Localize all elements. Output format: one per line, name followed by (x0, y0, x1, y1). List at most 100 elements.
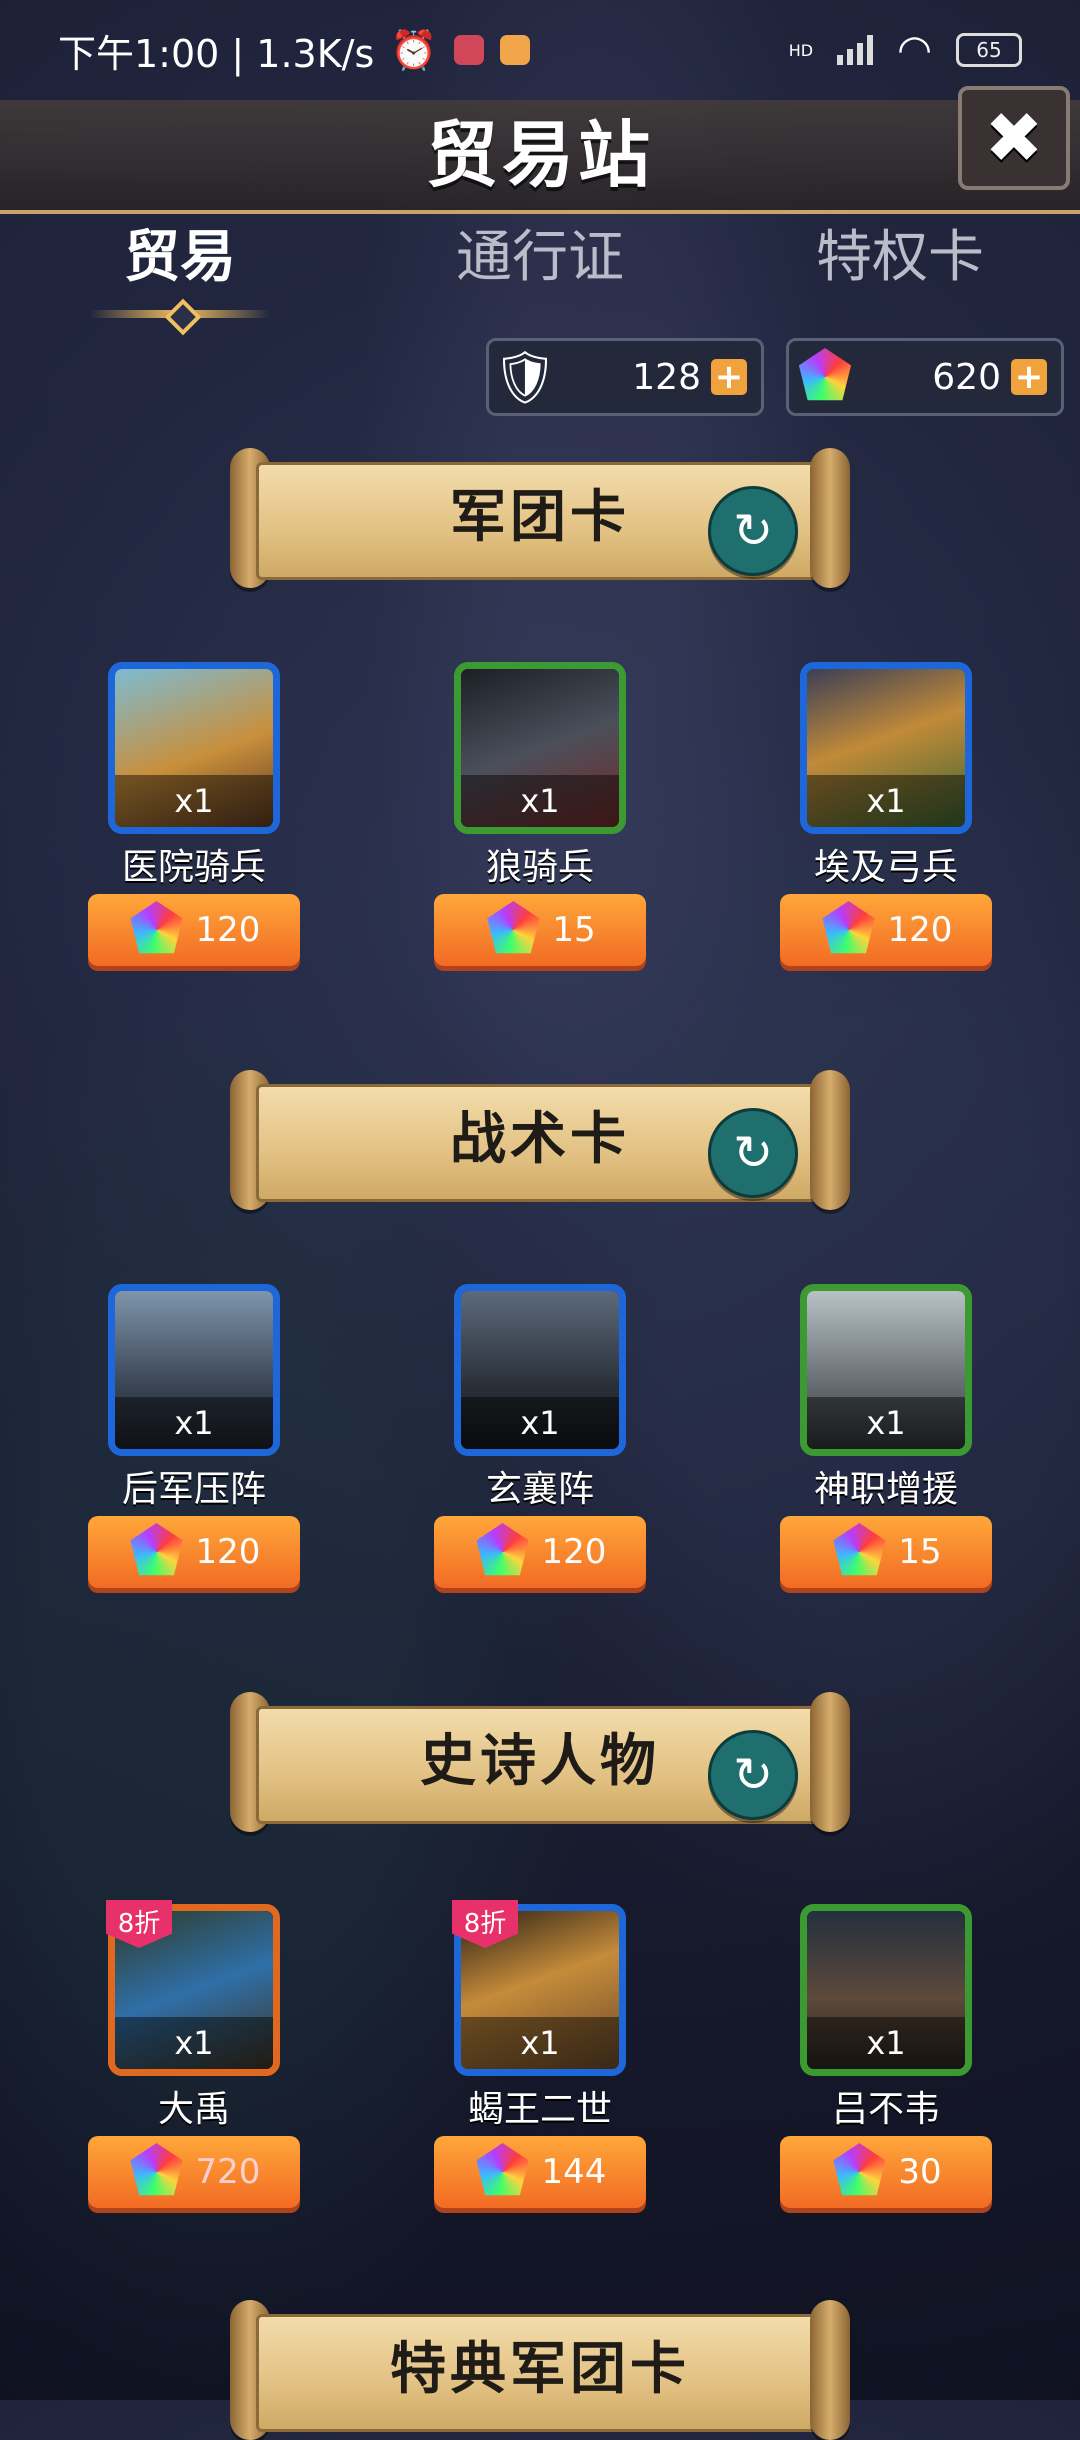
item-count: x1 (461, 2017, 619, 2069)
tab-pass[interactable]: 通行证 (360, 208, 720, 318)
refresh-icon: ↻ (732, 1125, 774, 1181)
buy-button[interactable]: 120 (88, 894, 300, 966)
close-button[interactable]: ✖ (958, 86, 1070, 190)
item-count: x1 (115, 2017, 273, 2069)
status-bar: 下午1:00 | 1.3K/s ⏰ HD ◠ 65 (0, 0, 1080, 100)
shop-card[interactable]: x1 8折 大禹 720 (88, 1900, 300, 2234)
currency-value: 128 (632, 356, 701, 398)
refresh-icon: ↻ (732, 1747, 774, 1803)
card-frame: x1 (800, 662, 972, 834)
price-value: 15 (552, 910, 596, 950)
card-frame: x1 (800, 1904, 972, 2076)
item-count: x1 (115, 1397, 273, 1449)
item-name: 埃及弓兵 (813, 847, 958, 888)
buy-button[interactable]: 15 (434, 894, 646, 966)
gem-icon (476, 2143, 529, 2196)
item-count: x1 (115, 775, 273, 827)
app-notification-icon (499, 35, 530, 65)
buy-button[interactable]: 120 (434, 1516, 646, 1588)
tab-label: 贸易 (124, 225, 236, 290)
card-frame: x1 (108, 662, 280, 834)
gem-icon (130, 901, 183, 954)
gem-icon (833, 1523, 886, 1576)
shop-card[interactable]: x1 玄襄阵 120 (434, 1284, 646, 1614)
currency-value: 620 (932, 356, 1001, 398)
currency-gem: 620 + (786, 338, 1064, 416)
emblem-icon: 🛡 (491, 347, 558, 408)
battery-level: 65 (976, 38, 1002, 62)
currency-emblem: 🛡 128 + (486, 338, 764, 416)
signal-icon (837, 35, 874, 65)
tab-label: 通行证 (456, 225, 624, 290)
section-banner-epic-characters: 史诗人物 ↻ (230, 1692, 850, 1832)
price-value: 120 (195, 1532, 261, 1572)
section-banner-legion-cards: 军团卡 ↻ (230, 448, 850, 588)
gem-icon (130, 2143, 183, 2196)
tab-trade[interactable]: 贸易 (0, 208, 360, 318)
price-value: 15 (898, 1532, 942, 1572)
item-count: x1 (461, 1397, 619, 1449)
item-count: x1 (807, 1397, 965, 1449)
close-icon: ✖ (984, 97, 1044, 179)
tab-privilege-card[interactable]: 特权卡 (720, 208, 1080, 318)
item-count: x1 (807, 775, 965, 827)
buy-button[interactable]: 120 (780, 894, 992, 966)
active-tab-indicator (90, 310, 270, 318)
page-title: 贸易站 (425, 113, 654, 197)
card-frame: x1 (454, 1284, 626, 1456)
item-name: 神职增援 (813, 1469, 958, 1510)
card-frame: x1 (800, 1284, 972, 1456)
header: 贸易站 (0, 100, 1080, 214)
price-value: 120 (541, 1532, 607, 1572)
gem-icon (833, 2143, 886, 2196)
price-value: 30 (898, 2152, 942, 2192)
refresh-button[interactable]: ↻ (708, 1108, 798, 1198)
section-banner-tactic-cards: 战术卡 ↻ (230, 1070, 850, 1210)
buy-button[interactable]: 144 (434, 2136, 646, 2208)
shop-card[interactable]: x1 后军压阵 120 (88, 1284, 300, 1614)
shop-card[interactable]: x1 神职增援 15 (780, 1284, 992, 1614)
gem-icon (487, 901, 540, 954)
wifi-icon: ◠ (897, 27, 932, 73)
card-frame: x1 (454, 662, 626, 834)
refresh-button[interactable]: ↻ (708, 1730, 798, 1820)
tab-bar: 贸易 通行证 特权卡 (0, 208, 1080, 318)
price-value: 120 (887, 910, 953, 950)
item-name: 吕不韦 (831, 2089, 940, 2130)
refresh-icon: ↻ (732, 503, 774, 559)
add-emblem-button[interactable]: + (711, 359, 747, 395)
shop-card[interactable]: x1 8折 蝎王二世 144 (434, 1900, 646, 2234)
refresh-button[interactable]: ↻ (708, 486, 798, 576)
app-notification-icon (453, 35, 484, 65)
price-value: 720 (195, 2152, 261, 2192)
tab-label: 特权卡 (816, 225, 984, 290)
item-name: 蝎王二世 (467, 2089, 612, 2130)
buy-button[interactable]: 30 (780, 2136, 992, 2208)
gem-icon (789, 341, 861, 413)
gem-icon (476, 1523, 529, 1576)
alarm-icon: ⏰ (390, 27, 438, 72)
gem-icon (822, 901, 875, 954)
card-frame: x1 (108, 1284, 280, 1456)
shop-card[interactable]: x1 埃及弓兵 120 (780, 662, 992, 992)
status-time: 下午1:00 | 1.3K/s (58, 31, 375, 76)
shop-card[interactable]: x1 狼骑兵 15 (434, 662, 646, 992)
add-gem-button[interactable]: + (1011, 359, 1047, 395)
section-title: 特典军团卡 (390, 2337, 690, 2402)
hd-label: HD (788, 40, 814, 60)
section-banner-special-legion-cards: 特典军团卡 (230, 2300, 850, 2440)
buy-button[interactable]: 720 (88, 2136, 300, 2208)
shop-card[interactable]: x1 医院骑兵 120 (88, 662, 300, 992)
price-value: 144 (541, 2152, 607, 2192)
buy-button[interactable]: 15 (780, 1516, 992, 1588)
item-name: 医院骑兵 (121, 847, 266, 888)
item-count: x1 (461, 775, 619, 827)
battery-icon: 65 (956, 33, 1022, 67)
item-name: 狼骑兵 (485, 847, 594, 888)
shop-card[interactable]: x1 吕不韦 30 (780, 1904, 992, 2234)
item-name: 玄襄阵 (485, 1469, 594, 1510)
buy-button[interactable]: 120 (88, 1516, 300, 1588)
gem-icon (130, 1523, 183, 1576)
item-count: x1 (807, 2017, 965, 2069)
item-name: 后军压阵 (121, 1469, 266, 1510)
